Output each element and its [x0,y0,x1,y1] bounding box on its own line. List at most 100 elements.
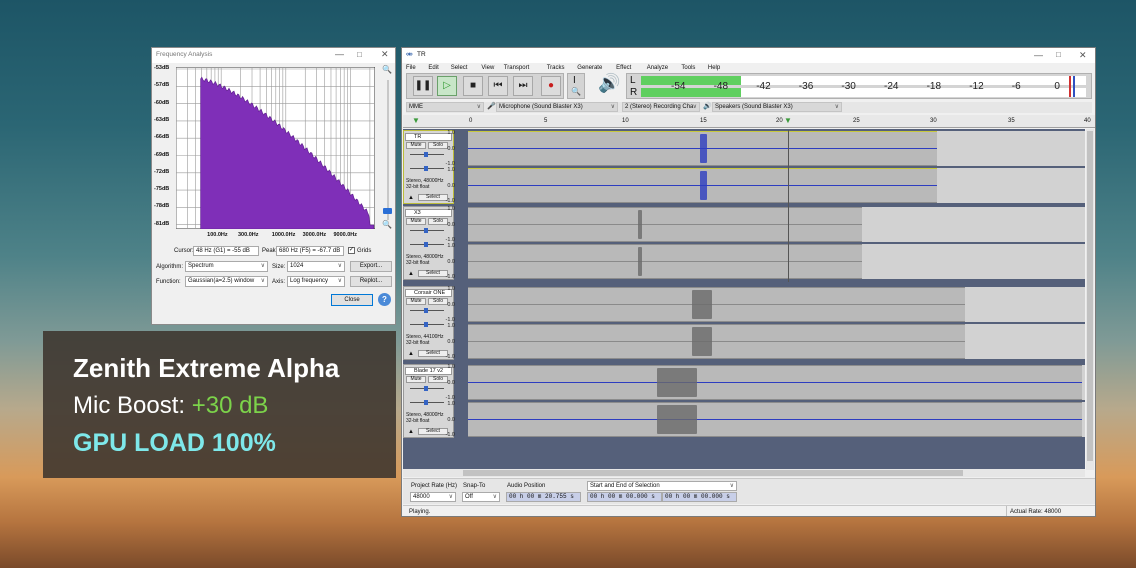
speaker-volume-icon[interactable]: 🔊 [598,74,620,92]
minimize-icon[interactable]: — [335,50,344,59]
algorithm-select[interactable]: Spectrum [185,261,268,272]
selection-end-field[interactable]: 00 h 00 m 00.000 s [662,492,737,502]
selection-start-field[interactable]: 00 h 00 m 00.000 s [587,492,662,502]
collapse-icon[interactable]: ▲ [408,195,414,201]
snap-to-select[interactable]: Off [462,492,500,502]
menu-item-edit[interactable]: Edit [428,65,438,71]
au-titlebar: ⚮ TR — □ ✕ [402,48,1095,63]
stop-icon: ■ [469,80,477,91]
gain-slider-thumb[interactable] [424,152,428,157]
menu-item-analyze[interactable]: Analyze [647,65,668,71]
selection-tool-icon[interactable]: I [573,76,576,86]
function-label: Function: [156,279,181,285]
timeline-ruler[interactable]: ▼ ▼ 0 5 10 15 20 25 30 35 40 [403,115,1095,128]
collapse-icon[interactable]: ▲ [408,429,414,435]
speaker-select[interactable]: Speakers (Sound Blaster X3) [712,102,842,112]
gain-slider-thumb[interactable] [424,308,428,313]
stop-button[interactable]: ■ [463,76,483,96]
overlay-title: Zenith Extreme Alpha [73,353,340,383]
mic-boost-label: Mic Boost: [73,392,192,419]
pan-slider-thumb[interactable] [424,242,428,247]
audacity-window: ⚮ TR — □ ✕ File Edit Select View Transport Tr… [401,47,1096,517]
collapse-icon[interactable]: ▲ [408,271,414,277]
audio-position-label: Audio Position [507,483,546,489]
track-format-bits: 32-bit float [406,184,430,190]
waveform-transient [638,210,642,239]
mute-button[interactable]: Mute [406,218,426,225]
level-meter[interactable]: L R -54 -48 -42 -36 -30 -24 -18 -12 -6 0 [626,73,1092,99]
maximize-icon[interactable]: □ [1056,51,1061,59]
channels-select[interactable]: 2 (Stereo) Recording Cha [622,102,700,112]
project-rate-label: Project Rate (Hz) [411,483,458,489]
vertical-scrollbar-thumb[interactable] [1087,131,1093,461]
replot-button[interactable]: Replot... [350,276,392,287]
amplitude-scale-label: 1.0 [447,286,455,292]
grids-checkbox[interactable]: ✓ [348,247,355,254]
horizontal-scrollbar[interactable] [403,469,1085,477]
skip-end-button[interactable]: ⏭ [513,76,533,96]
meter-scale-label: -30 [841,81,856,92]
menu-item-effect[interactable]: Effect [616,65,631,71]
skip-start-button[interactable]: ⏮ [488,76,508,96]
menu-item-view[interactable]: View [481,65,494,71]
mute-button[interactable]: Mute [406,142,426,149]
peak-field[interactable]: 680 Hz (F5) = -67.7 dB [276,246,344,256]
vertical-scrollbar[interactable] [1086,129,1094,470]
size-label: Size: [272,264,286,270]
gain-slider-thumb[interactable] [424,228,428,233]
amplitude-scale-label: 1.0 [447,323,455,329]
horizontal-scrollbar-thumb[interactable] [463,470,963,476]
pan-slider-thumb[interactable] [424,322,428,327]
pause-button[interactable]: ❚❚ [413,76,433,96]
ruler-label: 10 [622,118,629,124]
minimize-icon[interactable]: — [1034,51,1043,60]
zoom-slider-track[interactable] [387,80,389,220]
audio-position-field[interactable]: 00 h 00 m 20.755 s [506,492,581,502]
record-button[interactable]: ● [541,76,561,96]
grids-label: Grids [357,248,372,254]
ruler-label: 25 [853,118,860,124]
menu-item-file[interactable]: File [406,65,416,71]
menu-item-generate[interactable]: Generate [577,65,602,71]
size-select[interactable]: 1024 [287,261,345,272]
meter-scale-label: -6 [1011,81,1021,92]
gain-slider-thumb[interactable] [424,386,428,391]
zoom-out-icon[interactable]: 🔍 [382,220,392,229]
menu-item-tracks[interactable]: Tracks [547,65,565,71]
zoom-slider-thumb[interactable] [383,208,392,214]
pan-slider-thumb[interactable] [424,400,428,405]
ruler-label: 40 [1084,118,1091,124]
close-icon[interactable]: ✕ [1079,51,1087,60]
tools-toolbar: I 🔍 [567,73,585,99]
project-rate-select[interactable]: 48000 [410,492,456,502]
export-button[interactable]: Export... [350,261,392,272]
frequency-tick-label: 9000.0Hz [333,232,358,238]
menu-item-transport[interactable]: Transport [504,65,529,71]
menu-item-tools[interactable]: Tools [681,65,695,71]
close-icon[interactable]: ✕ [381,50,389,59]
zoom-tool-icon[interactable]: 🔍 [571,88,581,96]
collapse-icon[interactable]: ▲ [408,351,414,357]
mute-button[interactable]: Mute [406,376,426,383]
menu-item-help[interactable]: Help [708,65,720,71]
menu-item-select[interactable]: Select [451,65,468,71]
play-button[interactable]: ▷ [437,76,457,96]
zoom-in-icon[interactable]: 🔍 [382,65,392,74]
pan-slider-thumb[interactable] [424,166,428,171]
frequency-tick-label: 3000.0Hz [302,232,327,238]
host-select[interactable]: MME [406,102,484,112]
maximize-icon[interactable]: □ [357,51,362,59]
axis-select[interactable]: Log frequency [287,276,345,287]
amplitude-scale-label: 0.0 [447,379,455,386]
help-icon[interactable]: ? [378,293,391,306]
actual-rate: Actual Rate: 48000 [1010,509,1062,515]
cursor-field[interactable]: 48 Hz (G1) = -55 dB [193,246,259,256]
spectrum-plot [176,67,375,229]
selection-mode-select[interactable]: Start and End of Selection [587,481,737,491]
mute-button[interactable]: Mute [406,298,426,305]
close-button[interactable]: Close [331,294,373,306]
microphone-select[interactable]: Microphone (Sound Blaster X3) [496,102,618,112]
function-select[interactable]: Gaussian(a=2.5) window [185,276,268,287]
overlay-mic-boost: Mic Boost: +30 dB [73,394,268,418]
amplitude-scale-label: 0.0 [447,145,455,152]
